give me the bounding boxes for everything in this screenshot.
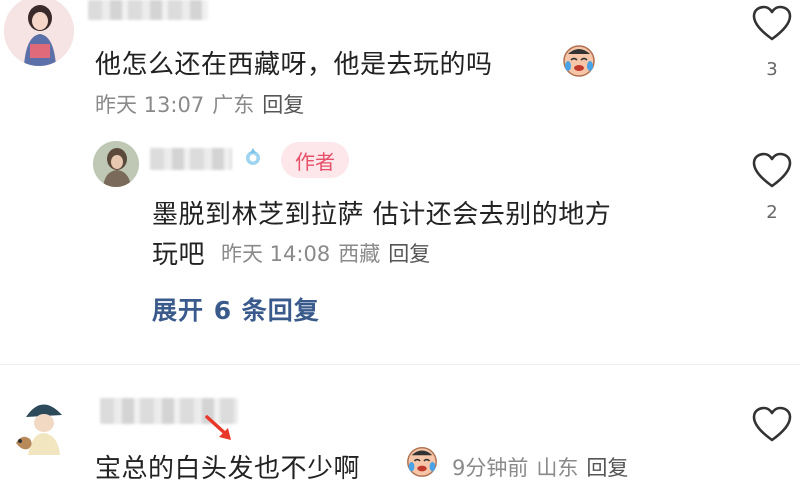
expand-replies-link[interactable]: 展开 6 条回复	[152, 291, 320, 327]
red-arrow-icon	[205, 415, 231, 440]
reply-text-line2: 玩吧	[152, 240, 206, 270]
comment-location: 山东	[536, 456, 579, 480]
like-heart-icon[interactable]	[752, 152, 792, 190]
username-blurred[interactable]	[150, 148, 232, 170]
reply-time: 昨天 14:08	[221, 242, 331, 266]
comment-time: 9分钟前	[452, 456, 529, 480]
comment-text: 他怎么还在西藏呀，他是去玩的吗	[95, 50, 493, 80]
like-count: 2	[766, 202, 778, 223]
reply-button[interactable]: 回复	[262, 93, 304, 117]
comment-time: 昨天 13:07	[95, 93, 205, 117]
like-heart-icon[interactable]	[752, 5, 792, 43]
crying-laughing-emoji-icon	[407, 446, 437, 477]
reply-button[interactable]: 回复	[388, 242, 430, 266]
like-count: 3	[766, 59, 778, 80]
avatar[interactable]	[4, 0, 74, 66]
divider	[0, 364, 800, 365]
reply-text-line1: 墨脱到林芝到拉萨 估计还会去别的地方	[152, 200, 612, 230]
reply-button[interactable]: 回复	[586, 456, 628, 480]
reply-location: 西藏	[338, 242, 381, 266]
avatar[interactable]	[8, 395, 72, 465]
crying-laughing-emoji-icon	[563, 45, 595, 77]
comment-text: 宝总的白头发也不少啊	[95, 454, 361, 484]
username-blurred[interactable]	[88, 0, 208, 20]
like-heart-icon[interactable]	[752, 406, 792, 444]
comment-meta: 昨天 13:07 广东 回复	[95, 89, 304, 119]
droplet-badge-icon	[246, 148, 260, 165]
comment-location: 广东	[212, 93, 255, 117]
reply-meta: 昨天 14:08 西藏 回复	[221, 238, 430, 268]
author-badge: 作者	[281, 142, 349, 178]
avatar[interactable]	[93, 141, 139, 187]
